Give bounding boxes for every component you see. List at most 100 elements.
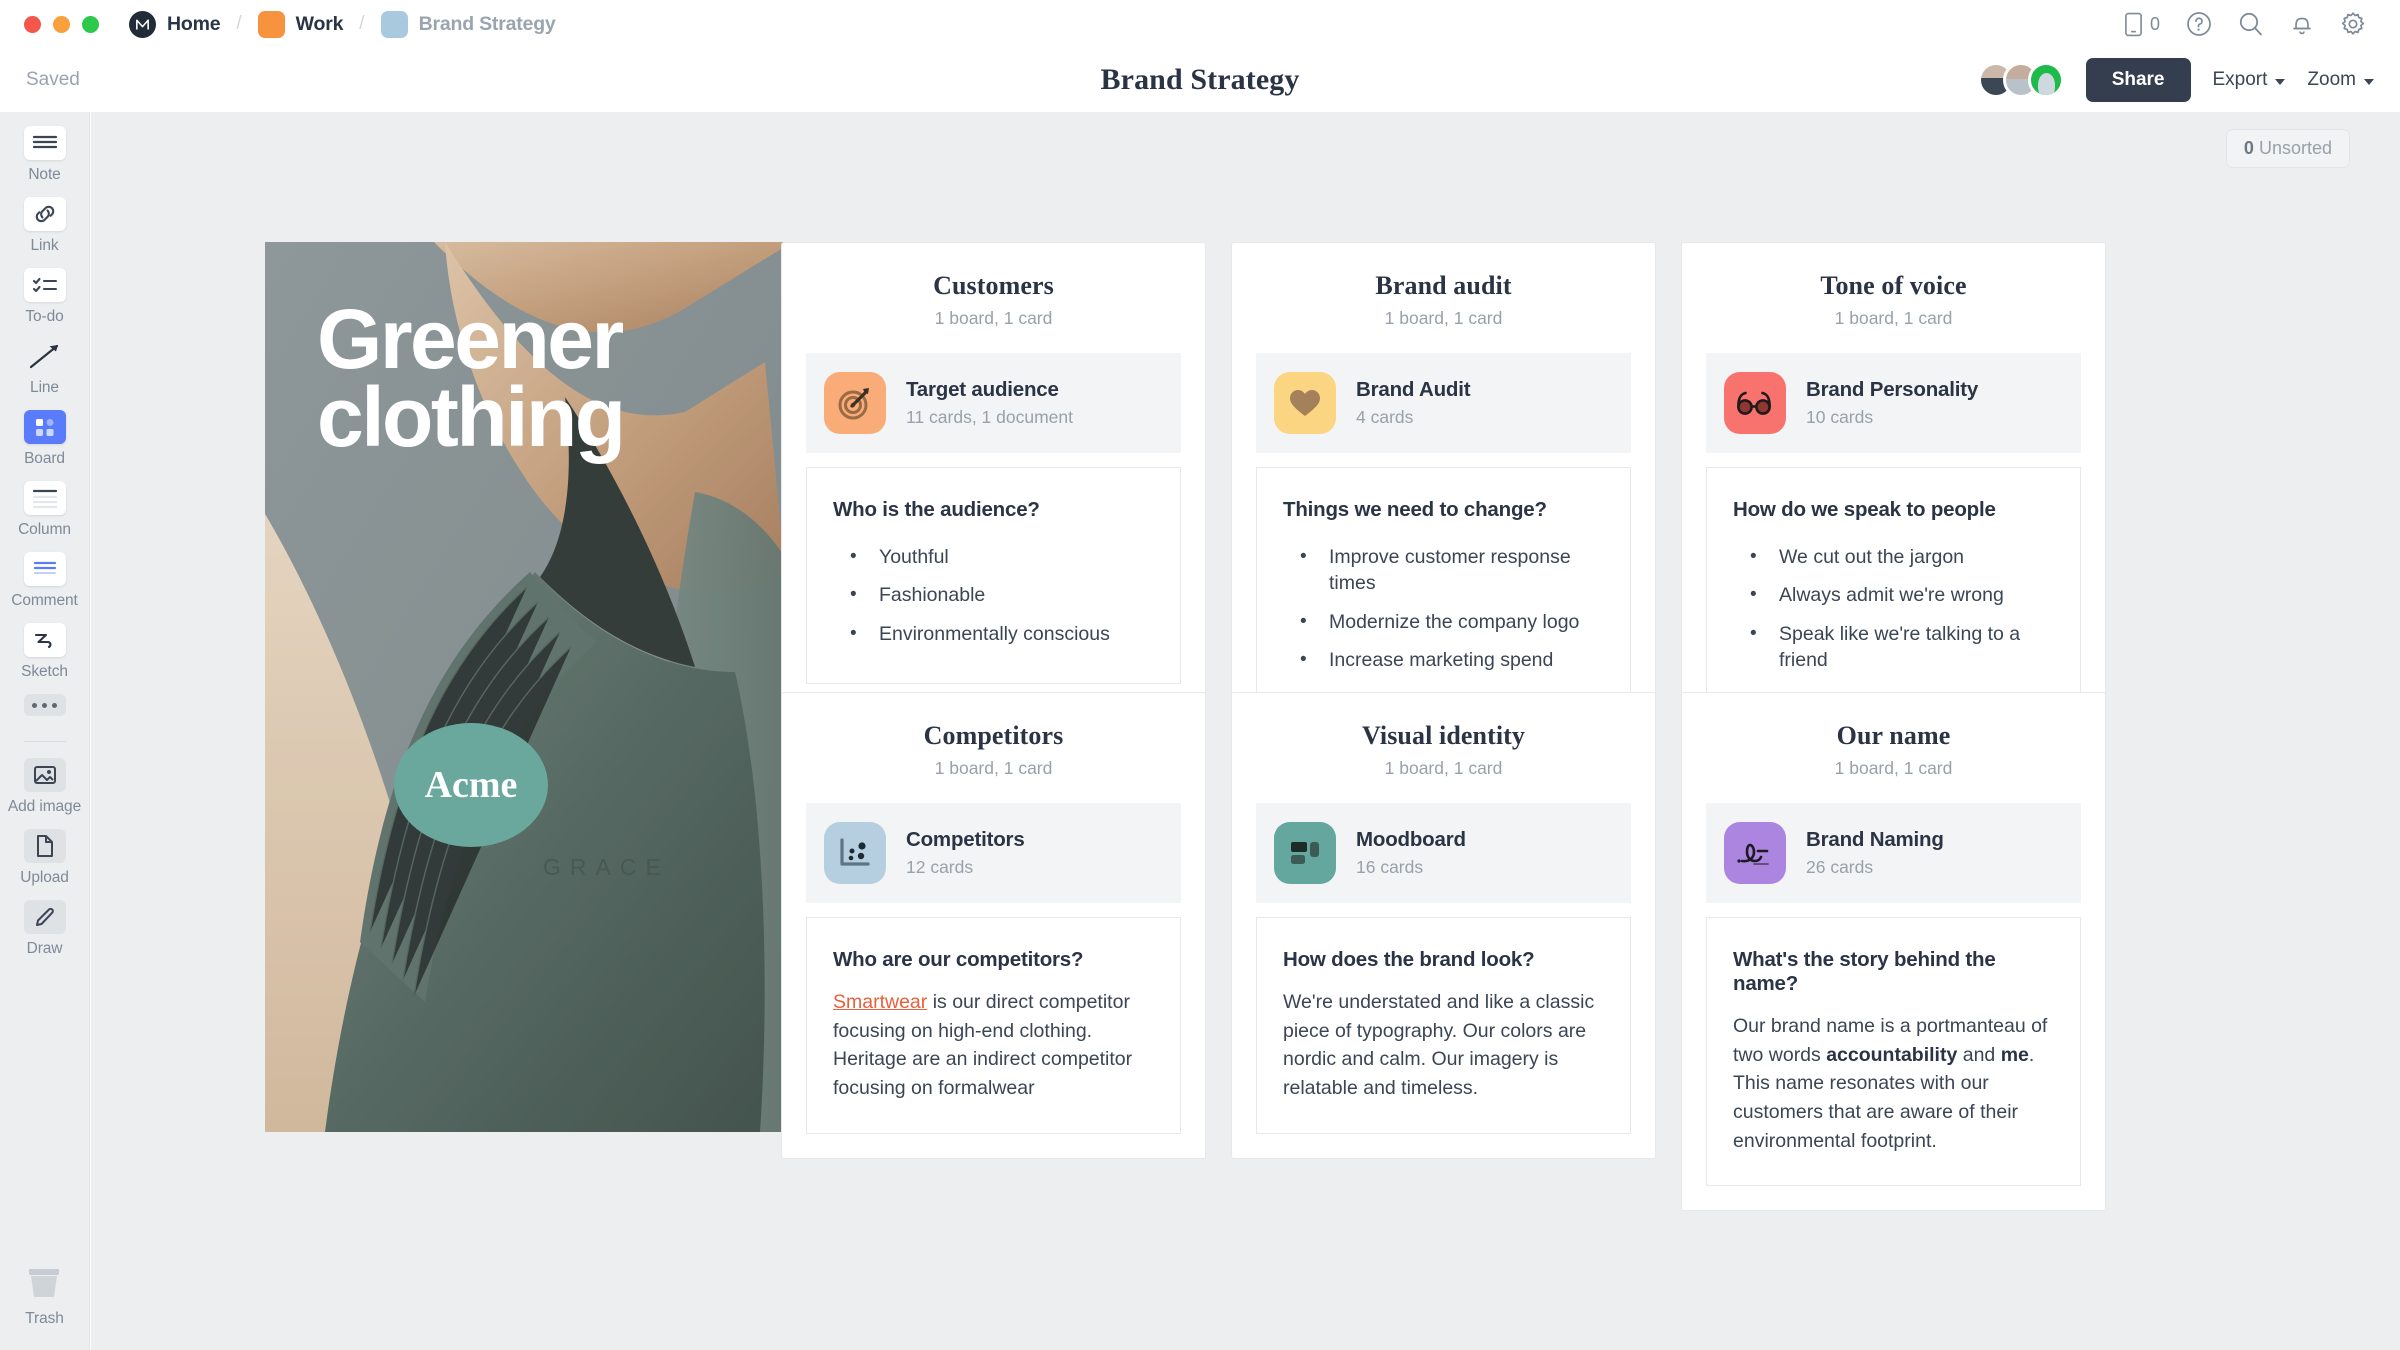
note-card[interactable]: Who are our competitors? Smartwear is ou… [806, 917, 1181, 1134]
chevron-down-icon [2364, 78, 2374, 85]
tool-note[interactable]: Note [0, 126, 90, 184]
note-part-2: and [1957, 1043, 2001, 1066]
section-card[interactable]: Brand audit 1 board, 1 card Brand Audit … [1231, 242, 1656, 736]
section-card[interactable]: Our name 1 board, 1 card Brand Naming 26… [1681, 692, 2106, 1212]
breadcrumb-item-work[interactable]: Work [257, 10, 344, 38]
hero-brand-badge: Acme [394, 723, 548, 847]
section-competitors[interactable]: Competitors 1 board, 1 card Competitors … [781, 692, 1206, 1159]
board-meta: 16 cards [1356, 857, 1424, 877]
share-button[interactable]: Share [2085, 58, 2191, 102]
board-blue-icon [380, 10, 408, 38]
board-link-row[interactable]: Brand Personality 10 cards [1706, 353, 2081, 453]
note-heading: How does the brand look? [1283, 948, 1535, 971]
window-traffic-lights [24, 15, 99, 33]
signature-icon [1724, 822, 1786, 884]
maximize-window-button[interactable] [82, 15, 99, 33]
tool-comment[interactable]: Comment [0, 552, 90, 610]
board-text: Brand Audit 4 cards [1356, 378, 1471, 428]
milanote-logo-icon [129, 10, 156, 38]
collaborator-avatars[interactable] [1977, 62, 2064, 98]
tool-label-column: Column [18, 521, 71, 538]
tool-sketch[interactable]: Sketch [0, 623, 90, 681]
line-arrow-icon [24, 339, 66, 373]
breadcrumb-item-brand-strategy[interactable]: Brand Strategy [380, 10, 556, 38]
unsorted-badge[interactable]: 0 Unsorted [2225, 129, 2350, 168]
scatter-chart-icon [824, 822, 886, 884]
section-card[interactable]: Customers 1 board, 1 card Target audienc… [781, 242, 1206, 709]
link-icon [23, 197, 66, 231]
tool-board[interactable]: Board [0, 410, 90, 468]
tool-label-board: Board [24, 450, 65, 467]
breadcrumb-label-home: Home [167, 12, 221, 35]
tool-column[interactable]: Column [0, 481, 90, 539]
folder-orange-icon [257, 10, 285, 38]
note-list-item: Always admit we're wrong [1733, 576, 2054, 614]
tool-todo[interactable]: To-do [0, 268, 90, 326]
section-card[interactable]: Competitors 1 board, 1 card Competitors … [781, 692, 1206, 1159]
tool-link[interactable]: Link [0, 197, 90, 255]
tool-upload[interactable]: Upload [0, 829, 90, 887]
tool-draw[interactable]: Draw [0, 900, 90, 958]
note-list-item: Fashionable [833, 576, 1154, 614]
tool-label-comment: Comment [11, 592, 78, 609]
note-card[interactable]: Things we need to change? Improve custom… [1256, 467, 1631, 711]
note-paragraph: We're understated and like a classic pie… [1283, 991, 1595, 1099]
section-tone-of-voice[interactable]: Tone of voice 1 board, 1 card Brand Pers… [1681, 242, 2106, 736]
close-window-button[interactable] [24, 15, 41, 33]
note-card[interactable]: How does the brand look? We're understat… [1256, 917, 1631, 1134]
hero-title-line2: clothing [317, 370, 626, 465]
breadcrumb-separator-1: / [236, 13, 242, 34]
breadcrumb: Home / Work / Brand Strategy [129, 10, 556, 38]
section-subtitle: 1 board, 1 card [1834, 758, 1953, 778]
board-text: Brand Naming 26 cards [1806, 828, 1944, 878]
minimize-window-button[interactable] [53, 15, 70, 33]
top-bar-actions: 0 [2124, 11, 2380, 37]
avatar[interactable] [2027, 62, 2064, 98]
note-card[interactable]: What's the story behind the name? Our br… [1706, 917, 2081, 1187]
section-visual-identity[interactable]: Visual identity 1 board, 1 card Moodboar… [1231, 692, 1656, 1159]
board-link-row[interactable]: Moodboard 16 cards [1256, 803, 1631, 903]
section-title: Visual identity [1361, 721, 1526, 750]
add-image-icon [23, 758, 66, 792]
note-list-item: We cut out the jargon [1733, 538, 2054, 576]
board-link-row[interactable]: Brand Audit 4 cards [1256, 353, 1631, 453]
comment-icon [23, 552, 66, 586]
board-meta: 26 cards [1806, 857, 1874, 877]
export-menu-button[interactable]: Export [2213, 69, 2286, 91]
note-icon [23, 126, 66, 160]
board-link-row[interactable]: Target audience 11 cards, 1 document [806, 353, 1181, 453]
tool-label-trash: Trash [25, 1310, 64, 1327]
help-icon[interactable] [2186, 11, 2212, 37]
tool-label-note: Note [28, 166, 61, 183]
settings-gear-icon[interactable] [2340, 11, 2366, 37]
breadcrumb-item-home[interactable]: Home [129, 10, 221, 38]
tool-add-image[interactable]: Add image [0, 758, 90, 816]
note-list-item: Modernize the company logo [1283, 603, 1604, 641]
trash-button[interactable]: Trash [25, 1267, 64, 1328]
trash-icon [25, 1267, 63, 1304]
board-canvas[interactable]: 0 Unsorted GRACE Greener clothing Acme C… [91, 112, 2400, 1350]
note-card[interactable]: Who is the audience? Youthful Fashionabl… [806, 467, 1181, 684]
section-card[interactable]: Visual identity 1 board, 1 card Moodboar… [1231, 692, 1656, 1159]
section-brand-audit[interactable]: Brand audit 1 board, 1 card Brand Audit … [1231, 242, 1656, 736]
board-link-row[interactable]: Brand Naming 26 cards [1706, 803, 2081, 903]
mobile-icon[interactable]: 0 [2124, 12, 2160, 37]
note-list: Improve customer response times Moderniz… [1283, 538, 1604, 679]
board-link-row[interactable]: Competitors 12 cards [806, 803, 1181, 903]
breadcrumb-label-work: Work [295, 12, 344, 35]
section-subtitle: 1 board, 1 card [934, 308, 1053, 328]
notifications-bell-icon[interactable] [2290, 11, 2314, 37]
note-card[interactable]: How do we speak to people We cut out the… [1706, 467, 2081, 711]
section-our-name[interactable]: Our name 1 board, 1 card Brand Naming 26… [1681, 692, 2106, 1212]
note-list-item: Improve customer response times [1283, 538, 1604, 603]
more-tools-button[interactable] [0, 694, 90, 716]
zoom-menu-button[interactable]: Zoom [2307, 69, 2374, 91]
hero-image-card[interactable]: GRACE Greener clothing Acme [265, 242, 815, 1132]
section-card[interactable]: Tone of voice 1 board, 1 card Brand Pers… [1681, 242, 2106, 736]
tool-line[interactable]: Line [0, 339, 90, 397]
search-icon[interactable] [2238, 11, 2264, 37]
competitor-link[interactable]: Smartwear [833, 991, 927, 1013]
tool-label-upload: Upload [20, 869, 69, 886]
note-bold-1: accountability [1826, 1043, 1958, 1066]
section-customers[interactable]: Customers 1 board, 1 card Target audienc… [781, 242, 1206, 709]
